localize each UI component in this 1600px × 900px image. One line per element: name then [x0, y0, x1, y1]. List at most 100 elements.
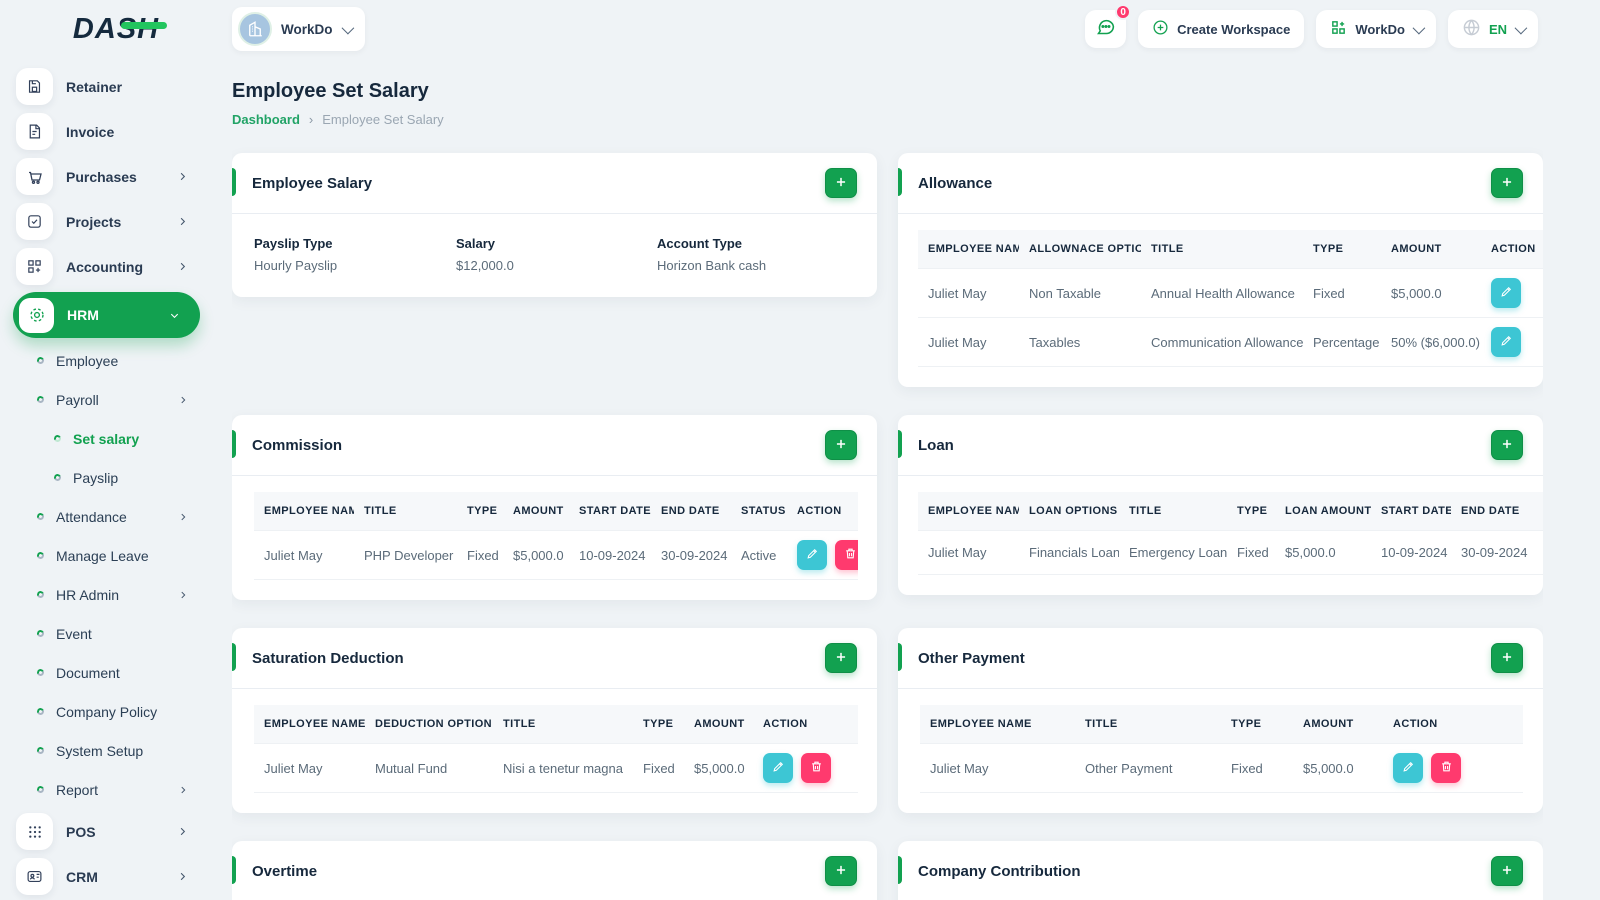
- sidebar-item-purchases[interactable]: Purchases: [0, 154, 214, 199]
- app-logo-text: DASH: [72, 12, 160, 45]
- field-value: Horizon Bank cash: [657, 258, 767, 273]
- card-accent: [232, 430, 236, 458]
- workspace-switcher[interactable]: WorkDo: [1316, 10, 1436, 48]
- card-title: Saturation Deduction: [252, 649, 404, 667]
- messages-button[interactable]: 0: [1085, 4, 1132, 48]
- edit-button[interactable]: [763, 753, 793, 783]
- create-workspace-button[interactable]: Create Workspace: [1138, 10, 1305, 48]
- cell-type: Fixed: [633, 743, 684, 793]
- chevron-down-icon: [169, 310, 180, 321]
- sidebar-item-document[interactable]: Document: [0, 653, 214, 692]
- sidebar-item-event[interactable]: Event: [0, 614, 214, 653]
- bullet-icon: [36, 668, 45, 677]
- sidebar-item-label: Report: [56, 781, 99, 798]
- sidebar-item-accounting[interactable]: Accounting: [0, 244, 214, 289]
- sidebar-item-manage-leave[interactable]: Manage Leave: [0, 536, 214, 575]
- column-header: TYPE: [633, 705, 684, 744]
- pencil-icon: [1500, 285, 1513, 301]
- workspace-chip[interactable]: WorkDo: [232, 7, 365, 51]
- sidebar-item-hrm[interactable]: HRM: [13, 292, 200, 338]
- sidebar-item-pos[interactable]: POS: [0, 809, 214, 854]
- add-other-payment-button[interactable]: [1491, 643, 1523, 673]
- chevron-right-icon: [178, 590, 188, 600]
- sidebar-item-report[interactable]: Report: [0, 770, 214, 809]
- add-allowance-button[interactable]: [1491, 168, 1523, 198]
- add-saturation-deduction-button[interactable]: [825, 643, 857, 673]
- sidebar-item-label: Employee: [56, 352, 119, 369]
- sidebar-item-company-policy[interactable]: Company Policy: [0, 692, 214, 731]
- bullet-icon: [53, 434, 62, 443]
- bullet-icon: [36, 785, 45, 794]
- sidebar-item-set-salary[interactable]: Set salary: [0, 419, 214, 458]
- edit-button[interactable]: [1393, 753, 1423, 783]
- delete-button[interactable]: [835, 540, 858, 570]
- page-title: Employee Set Salary: [232, 80, 429, 102]
- cell-title: Annual Health Allowance: [1141, 268, 1303, 318]
- sidebar-item-label: Projects: [66, 213, 122, 230]
- top-bar: DASH WorkDo 0 Create Workspace WorkDo EN: [0, 0, 1600, 58]
- plus-icon: [834, 650, 848, 667]
- pencil-icon: [1500, 334, 1513, 350]
- trash-icon: [844, 547, 857, 563]
- sidebar-item-invoice[interactable]: Invoice: [0, 109, 214, 154]
- cell-amount: $5,000.0: [503, 530, 569, 580]
- cell-amount: 50% ($6,000.0): [1381, 317, 1481, 367]
- table-header-row: EMPLOYEE NAME TITLE TYPE AMOUNT START DA…: [254, 492, 858, 531]
- column-header: TYPE: [457, 492, 503, 531]
- add-commission-button[interactable]: [825, 430, 857, 460]
- column-header: AMOUNT: [1381, 230, 1481, 269]
- sidebar-item-label: Invoice: [66, 123, 115, 140]
- loan-card: Loan EMPLOYEE NAME LOAN OPTIONS TITLE TY…: [898, 415, 1543, 595]
- cell-end-date: 30-09-2024: [1451, 530, 1543, 575]
- column-header: EMPLOYEE NAME: [918, 492, 1019, 531]
- bullet-icon: [36, 512, 45, 521]
- breadcrumb-dashboard-link[interactable]: Dashboard: [232, 112, 300, 127]
- bullet-icon: [36, 746, 45, 755]
- pencil-icon: [772, 760, 785, 776]
- sidebar-item-hr-admin[interactable]: HR Admin: [0, 575, 214, 614]
- add-overtime-button[interactable]: [825, 856, 857, 886]
- main-content: Employee Set Salary Dashboard › Employee…: [232, 58, 1543, 900]
- sidebar-item-payslip[interactable]: Payslip: [0, 458, 214, 497]
- sidebar-item-label: Document: [56, 664, 120, 681]
- sidebar-item-projects[interactable]: Projects: [0, 199, 214, 244]
- plus-icon: [834, 863, 848, 880]
- sidebar-item-system-setup[interactable]: System Setup: [0, 731, 214, 770]
- sidebar-item-employee[interactable]: Employee: [0, 341, 214, 380]
- field-label: Payslip Type: [254, 236, 333, 251]
- field-value: Hourly Payslip: [254, 258, 338, 273]
- sidebar-item-crm[interactable]: CRM: [0, 854, 214, 899]
- chevron-down-icon: [1514, 21, 1528, 34]
- column-header: TYPE: [1227, 492, 1275, 531]
- edit-button[interactable]: [797, 540, 827, 570]
- chevron-right-icon: [177, 871, 188, 882]
- sidebar-item-retainer[interactable]: Retainer: [0, 64, 214, 109]
- column-header: ACTION: [787, 492, 858, 531]
- delete-button[interactable]: [1431, 753, 1461, 783]
- cell-type: Fixed: [457, 530, 503, 580]
- delete-button[interactable]: [801, 753, 831, 783]
- add-loan-button[interactable]: [1491, 430, 1523, 460]
- bullet-icon: [36, 707, 45, 716]
- app-logo: DASH: [0, 13, 232, 46]
- card-title: Commission: [252, 436, 343, 454]
- language-selector[interactable]: EN: [1447, 10, 1538, 48]
- edit-button[interactable]: [1491, 278, 1521, 308]
- add-company-contribution-button[interactable]: [1491, 856, 1523, 886]
- sidebar-item-payroll[interactable]: Payroll: [0, 380, 214, 419]
- column-header: START DATE: [569, 492, 651, 531]
- chevron-right-icon: [178, 785, 188, 795]
- cell-status: Active: [731, 530, 787, 580]
- edit-button[interactable]: [1491, 327, 1521, 357]
- sidebar-item-attendance[interactable]: Attendance: [0, 497, 214, 536]
- table-row: Juliet May Other Payment Fixed $5,000.0: [920, 743, 1523, 793]
- cell-employee-name: Juliet May: [918, 530, 1019, 575]
- sidebar-item-label: System Setup: [56, 742, 144, 759]
- overtime-card: Overtime: [232, 841, 877, 900]
- column-header: AMOUNT: [684, 705, 753, 744]
- cell-employee-name: Juliet May: [254, 530, 354, 580]
- cell-title: Other Payment: [1075, 743, 1221, 793]
- add-employee-salary-button[interactable]: [825, 168, 857, 198]
- cell-title: Emergency Loan: [1119, 530, 1227, 575]
- column-header: ACTION: [1481, 230, 1543, 269]
